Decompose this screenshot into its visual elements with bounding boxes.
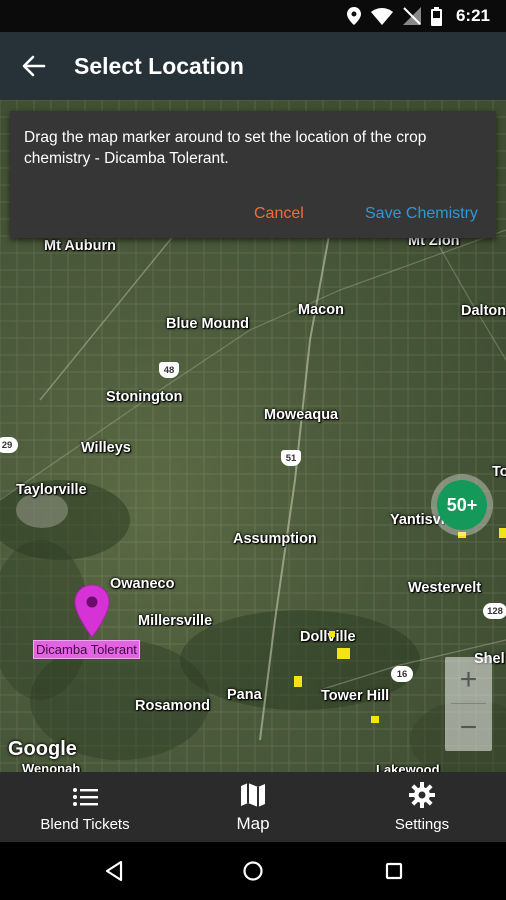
nav-map[interactable]: Map — [203, 772, 303, 842]
system-navigation-bar — [0, 842, 506, 900]
list-icon — [73, 788, 98, 806]
signal-off-icon — [402, 7, 421, 25]
zoom-out-button[interactable]: − — [445, 705, 492, 751]
back-button[interactable] — [14, 48, 54, 84]
nav-settings-label: Settings — [394, 816, 450, 833]
nav-blend-tickets[interactable]: Blend Tickets — [20, 772, 150, 842]
map-icon — [241, 783, 265, 807]
location-dialog: Drag the map marker around to set the lo… — [10, 111, 496, 238]
map-view[interactable]: Mt Auburn Mt Zion Macon Dalton Blue Moun… — [0, 100, 506, 772]
system-back-button[interactable] — [101, 858, 127, 884]
place-lakewood: Lakewood — [376, 762, 440, 772]
nav-map-label: Map — [236, 814, 270, 833]
arrow-left-icon — [22, 55, 46, 77]
triangle-back-icon — [105, 860, 123, 882]
nav-settings[interactable]: Settings — [372, 772, 472, 842]
place-moweaqua: Moweaqua — [264, 407, 339, 423]
status-bar: 6:21 — [0, 0, 506, 32]
nav-blend-tickets-label: Blend Tickets — [40, 816, 130, 833]
zoom-in-button[interactable]: + — [445, 657, 492, 703]
location-icon — [346, 7, 361, 25]
gear-icon — [409, 782, 435, 808]
place-macon: Macon — [298, 302, 344, 318]
status-time: 6:21 — [455, 6, 490, 25]
field-polygon[interactable] — [371, 716, 379, 723]
place-assumption: Assumption — [233, 531, 317, 547]
circle-home-icon — [243, 861, 263, 881]
system-home-button[interactable] — [240, 858, 266, 884]
dialog-message: Drag the map marker around to set the lo… — [24, 129, 427, 167]
place-rosamond: Rosamond — [135, 698, 210, 714]
save-chemistry-button[interactable]: Save Chemistry — [365, 205, 478, 223]
place-dollville: Dollville — [300, 629, 356, 645]
bottom-navigation: Blend Tickets Map Settings — [0, 772, 506, 842]
status-icons: 6:21 — [346, 5, 490, 27]
map-pin-icon[interactable] — [73, 584, 111, 638]
cluster-count: 50+ — [437, 480, 487, 530]
square-recents-icon — [385, 862, 403, 880]
place-mt-auburn: Mt Auburn — [44, 238, 116, 254]
place-blue-mound: Blue Mound — [166, 316, 249, 332]
route-shield-16: 16 — [391, 666, 413, 682]
route-shield-128: 128 — [483, 603, 506, 619]
place-owaneco: Owaneco — [110, 576, 175, 592]
field-cluster-marker[interactable]: 50+ — [431, 474, 493, 536]
field-polygon[interactable] — [499, 528, 506, 538]
field-polygon[interactable] — [294, 676, 302, 687]
place-pana: Pana — [227, 687, 262, 703]
zoom-divider — [451, 703, 486, 704]
place-millersville: Millersville — [138, 613, 213, 629]
field-polygon[interactable] — [329, 631, 335, 637]
page-title: Select Location — [74, 53, 244, 79]
google-logo: Google — [8, 738, 77, 760]
marker-label: Dicamba Tolerant — [33, 640, 140, 659]
place-dalton: Dalton — [461, 303, 506, 319]
place-taylorville: Taylorville — [16, 482, 87, 498]
wifi-icon — [370, 7, 393, 25]
place-westervelt: Westervelt — [408, 580, 482, 596]
place-stonington: Stonington — [106, 389, 183, 405]
cancel-button[interactable]: Cancel — [254, 205, 304, 223]
route-shield-29: 29 — [0, 437, 18, 453]
system-recents-button[interactable] — [381, 858, 407, 884]
battery-icon — [430, 6, 442, 26]
app-bar: Select Location — [0, 32, 506, 100]
route-shield-51: 51 — [281, 450, 301, 466]
place-wenonah: Wenonah — [22, 761, 81, 772]
zoom-controls: + − — [445, 657, 492, 751]
place-tower-hill: Tower Hill — [321, 688, 390, 704]
place-to-edge: To — [492, 464, 506, 480]
route-shield-48: 48 — [159, 362, 179, 378]
place-willeys: Willeys — [81, 440, 131, 456]
field-polygon[interactable] — [337, 648, 350, 659]
